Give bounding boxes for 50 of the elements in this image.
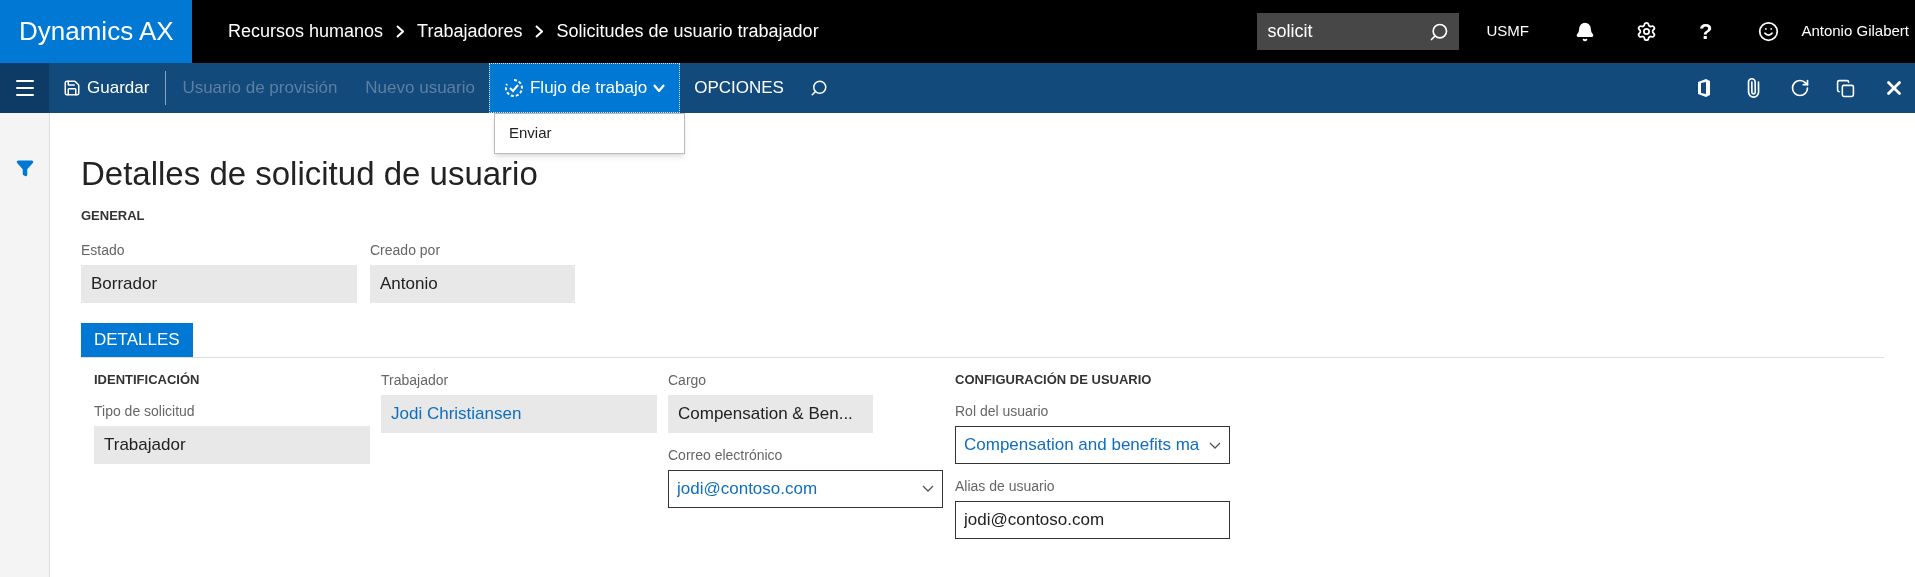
field-label: Estado bbox=[81, 240, 126, 260]
refresh-icon[interactable] bbox=[1790, 78, 1810, 98]
chevron-down-icon bbox=[653, 84, 666, 92]
chevron-down-icon bbox=[922, 485, 934, 492]
value-field: Jodi Christiansen bbox=[381, 394, 657, 433]
settings-icon[interactable] bbox=[1635, 21, 1657, 42]
field-label: Cargo bbox=[668, 370, 708, 390]
page-title: Detalles de solicitud de usuario bbox=[81, 157, 539, 190]
input-field[interactable]: jodi@contoso.com bbox=[955, 501, 1230, 539]
help-button[interactable]: ? bbox=[1698, 15, 1713, 48]
menu-button[interactable] bbox=[0, 63, 49, 113]
chevron-down-icon bbox=[1209, 441, 1221, 449]
value-field: Antonio bbox=[370, 264, 575, 303]
section-heading: CONFIGURACIÓN DE USUARIO bbox=[955, 370, 1153, 389]
menu-button[interactable]: Flujo de trabajo bbox=[488, 63, 681, 113]
value-field: Borrador bbox=[81, 264, 357, 303]
value-field: Trabajador bbox=[94, 426, 370, 464]
breadcrumb-link[interactable]: Trabajadores bbox=[417, 18, 523, 45]
search-field[interactable]: solicit bbox=[1257, 13, 1460, 50]
field-label: Rol del usuario bbox=[955, 402, 1050, 421]
section-heading: IDENTIFICACIÓN bbox=[94, 370, 201, 389]
menu-item[interactable]: Enviar bbox=[495, 120, 684, 147]
user-name[interactable]: Antonio Gilabert bbox=[1801, 20, 1909, 43]
search-icon[interactable] bbox=[809, 79, 828, 97]
field-label: Creado por bbox=[370, 240, 442, 260]
field-label: Correo electrónico bbox=[668, 445, 784, 465]
breadcrumb-link[interactable]: Solicitudes de usuario trabajador bbox=[556, 18, 819, 45]
save-icon bbox=[63, 79, 81, 97]
smiley-icon[interactable] bbox=[1758, 21, 1780, 42]
dropdown-field[interactable]: jodi@contoso.com bbox=[668, 469, 943, 508]
field-label: Alias de usuario bbox=[955, 477, 1056, 496]
breadcrumb-separator-icon bbox=[396, 25, 405, 38]
action-button[interactable]: OPCIONES bbox=[680, 63, 798, 113]
filter-icon[interactable] bbox=[15, 159, 34, 177]
tab[interactable]: DETALLES bbox=[81, 322, 193, 357]
value-field: Compensation & Ben... bbox=[668, 394, 873, 433]
breadcrumb-link[interactable]: Recursos humanos bbox=[228, 18, 384, 45]
dropdown-field[interactable]: Compensation and benefits ma bbox=[955, 426, 1230, 464]
app-logo[interactable]: Dynamics AX bbox=[0, 0, 192, 63]
workflow-icon bbox=[503, 78, 524, 98]
company-button[interactable]: USMF bbox=[1486, 20, 1529, 43]
action-button[interactable]: Guardar bbox=[49, 63, 164, 113]
search-icon bbox=[1429, 21, 1450, 42]
section-heading: GENERAL bbox=[81, 207, 146, 225]
office-icon[interactable] bbox=[1696, 78, 1712, 98]
new-window-icon[interactable] bbox=[1836, 78, 1855, 98]
bell-icon[interactable] bbox=[1574, 21, 1595, 42]
breadcrumb-separator-icon bbox=[535, 25, 544, 38]
field-label: Trabajador bbox=[381, 370, 450, 390]
field-label: Tipo de solicitud bbox=[94, 402, 196, 421]
